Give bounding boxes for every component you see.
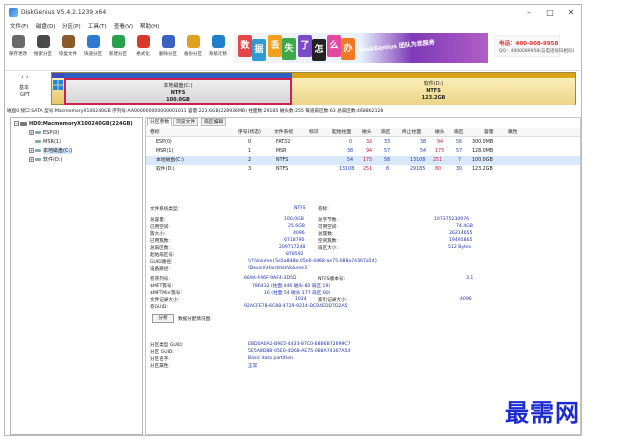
backup-icon xyxy=(186,35,200,48)
delete-icon xyxy=(161,35,175,48)
menu-view[interactable]: 查看(V) xyxy=(114,22,133,30)
disk-icon xyxy=(20,121,27,126)
menu-file[interactable]: 文件(F) xyxy=(10,22,28,30)
disk-map: 本地磁盘(C:) NTFS 100.0GB 软件(D:) NTFS 123.2G… xyxy=(51,72,576,105)
disk-nav: ‹ › 基本 GPT xyxy=(5,71,51,107)
close-button[interactable]: ✕ xyxy=(562,7,580,18)
quick-partition-button[interactable]: 快速分区 xyxy=(84,33,102,63)
collapse-icon[interactable]: − xyxy=(14,121,19,126)
save-icon xyxy=(11,35,25,48)
format-icon xyxy=(136,35,150,48)
minimize-button[interactable]: – xyxy=(520,7,538,18)
table-header: 卷标 序号(状态) 文件系统 标识 起始柱面 磁头 扇区 终止柱面 磁头 扇区 … xyxy=(146,128,580,137)
maximize-button[interactable]: □ xyxy=(541,7,559,18)
ad-tile: 失 xyxy=(282,38,296,60)
analyze-button[interactable]: 分析 xyxy=(152,314,174,323)
tab-partition-params[interactable]: 分区参数 xyxy=(147,118,173,126)
tree-item-c[interactable]: + 本地磁盘(C:) xyxy=(29,147,73,155)
partition-icon xyxy=(35,140,41,143)
table-row[interactable]: 本地磁盘(C:) 2 NTFS 54 175 58 13108 251 7 10… xyxy=(146,156,580,165)
save-changes-button[interactable]: 保存更改 xyxy=(9,33,27,63)
partition-icon xyxy=(35,131,41,134)
tab-sector-editor[interactable]: 扇区编辑 xyxy=(201,118,227,126)
search-partition-button[interactable]: 搜索分区 xyxy=(34,33,52,63)
ad-tile: 数 xyxy=(238,35,252,57)
backup-partition-button[interactable]: 备份分区 xyxy=(184,33,202,63)
expand-icon[interactable]: + xyxy=(29,130,34,135)
partition-c-block[interactable]: 本地磁盘(C:) NTFS 100.0GB xyxy=(64,78,292,105)
recover-files-button[interactable]: 恢复文件 xyxy=(59,33,77,63)
details-panel: 分区参数 浏览文件 扇区编辑 卷标 序号(状态) 文件系统 标识 起始柱面 磁头… xyxy=(145,117,581,435)
app-logo-icon xyxy=(9,8,18,17)
ad-tile: 丢 xyxy=(268,35,282,57)
menu-disk[interactable]: 磁盘(D) xyxy=(36,22,56,30)
ad-slogan: DiskGenius 团队为您服务 xyxy=(358,39,436,54)
system-migrate-button[interactable]: 系统迁移 xyxy=(209,33,227,63)
allocation-map-label: 数据分配情况图: xyxy=(178,317,212,322)
partition-icon xyxy=(35,158,41,161)
tree-disk-node[interactable]: − HD0:MacmemoryX100240GB(224GB) xyxy=(14,120,133,128)
tab-browse-files[interactable]: 浏览文件 xyxy=(173,118,199,126)
delete-partition-button[interactable]: 删除分区 xyxy=(159,33,177,63)
partition-d-block[interactable]: 软件(D:) NTFS 123.2GB xyxy=(292,78,575,105)
ad-qq: QQ：4000089958(与电话号码相同) xyxy=(499,49,575,54)
disk-nav-arrows[interactable]: ‹ › xyxy=(21,73,29,81)
expand-icon[interactable]: + xyxy=(29,148,34,153)
table-row[interactable]: ESP(0) 0 FAT32 0 32 33 38 94 56 300.0MB xyxy=(146,138,580,147)
tree-item-d[interactable]: + 软件(D:) xyxy=(29,156,62,164)
expand-icon[interactable]: + xyxy=(29,157,34,162)
search-icon xyxy=(36,35,50,48)
menu-bar: 文件(F) 磁盘(D) 分区(P) 工具(T) 查看(V) 帮助(H) xyxy=(5,20,581,31)
disk-tree: − HD0:MacmemoryX100240GB(224GB) +ESP(0) +… xyxy=(10,117,143,435)
migrate-icon xyxy=(211,35,225,48)
app-window: DiskGenius V5.4.2.1239 x64 – □ ✕ 文件(F) 磁… xyxy=(4,4,582,436)
table-row[interactable]: MSR(1) 1 MSR 38 94 57 54 175 57 128.0MB xyxy=(146,147,580,156)
ad-phone: 电话：400-008-9958 xyxy=(499,41,559,47)
tree-item-msr[interactable]: +MSR(1) xyxy=(29,138,61,146)
tree-label: HD0:MacmemoryX100240GB(224GB) xyxy=(29,121,133,127)
window-title: DiskGenius V5.4.2.1239 x64 xyxy=(21,9,107,16)
new-partition-button[interactable]: 新建分区 xyxy=(109,33,127,63)
ad-tile: 了 xyxy=(298,35,312,57)
ad-tile: 据 xyxy=(252,39,266,61)
ad-contact[interactable]: 电话：400-008-9958 QQ：4000089958(与电话号码相同) xyxy=(494,35,574,57)
ad-banner[interactable]: 数 据 丢 失 了 怎 么 办 DiskGenius 团队为您服务 xyxy=(234,33,488,63)
menu-tools[interactable]: 工具(T) xyxy=(88,22,107,30)
table-row[interactable]: 软件(D:) 3 NTFS 13108 251 8 29185 80 30 12… xyxy=(146,165,580,174)
menu-help[interactable]: 帮助(H) xyxy=(140,22,159,30)
new-partition-icon xyxy=(111,35,125,48)
disk-type: 基本 xyxy=(19,85,30,91)
partition-icon xyxy=(35,149,41,152)
ad-tile: 么 xyxy=(327,35,341,57)
format-button[interactable]: 格式化 xyxy=(134,33,152,63)
partition-scheme: GPT xyxy=(20,92,30,98)
ad-tile: 办 xyxy=(341,38,355,60)
quick-partition-icon xyxy=(86,35,100,48)
tree-item-esp[interactable]: + ESP(0) xyxy=(29,129,59,137)
title-bar: DiskGenius V5.4.2.1239 x64 – □ ✕ xyxy=(5,5,581,20)
esp-strip[interactable] xyxy=(52,73,64,78)
menu-partition[interactable]: 分区(P) xyxy=(62,22,81,30)
ad-tile: 怎 xyxy=(312,39,326,61)
windows-logo-icon xyxy=(53,80,63,90)
disk-info-line: 磁盘0 接口:SATA 型号:MacmemoryX100240GB 序列号:AA… xyxy=(7,109,384,114)
recover-icon xyxy=(61,35,75,48)
watermark: 最需网 xyxy=(505,398,580,427)
